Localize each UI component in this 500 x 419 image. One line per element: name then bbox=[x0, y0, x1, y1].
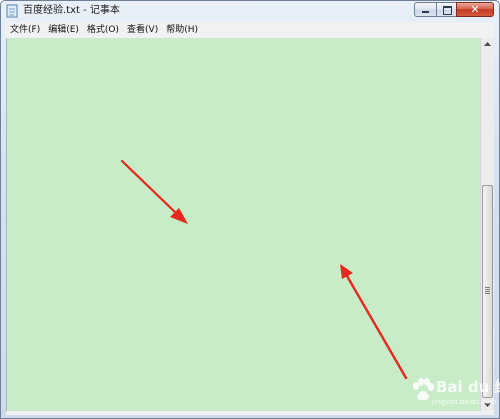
menu-file[interactable]: 文件(F) bbox=[6, 22, 44, 38]
arrow-down-icon[interactable] bbox=[481, 398, 494, 411]
window-title: 百度经验.txt - 记事本 bbox=[23, 5, 120, 16]
window-bottom-edge bbox=[6, 411, 494, 415]
menu-edit[interactable]: 编辑(E) bbox=[44, 22, 83, 38]
scrollbar-thumb[interactable] bbox=[482, 185, 493, 398]
window-controls: ✕ bbox=[414, 2, 494, 17]
thumb-grip bbox=[485, 289, 490, 290]
maximize-icon bbox=[443, 6, 452, 15]
menu-help[interactable]: 帮助(H) bbox=[162, 22, 202, 38]
menu-format[interactable]: 格式(O) bbox=[83, 22, 123, 38]
thumb-grip bbox=[485, 291, 490, 292]
title-bar[interactable]: 百度经验.txt - 记事本 ✕ bbox=[1, 1, 499, 21]
notepad-window: 百度经验.txt - 记事本 ✕ 文件(F) 编辑(E) 格式(O) 查看(V)… bbox=[0, 0, 500, 419]
menu-bar: 文件(F) 编辑(E) 格式(O) 查看(V) 帮助(H) bbox=[6, 22, 494, 39]
thumb-grip bbox=[485, 287, 490, 288]
maximize-button[interactable] bbox=[436, 2, 456, 17]
menu-view[interactable]: 查看(V) bbox=[123, 22, 162, 38]
vertical-scrollbar[interactable] bbox=[480, 38, 494, 411]
thumb-grip bbox=[485, 293, 490, 294]
close-button[interactable]: ✕ bbox=[456, 2, 494, 17]
minimize-icon bbox=[422, 11, 429, 13]
close-icon: ✕ bbox=[470, 3, 480, 16]
notepad-icon bbox=[6, 4, 18, 18]
minimize-button[interactable] bbox=[414, 2, 436, 17]
text-editor[interactable] bbox=[6, 38, 481, 411]
arrow-up-icon[interactable] bbox=[481, 38, 494, 51]
